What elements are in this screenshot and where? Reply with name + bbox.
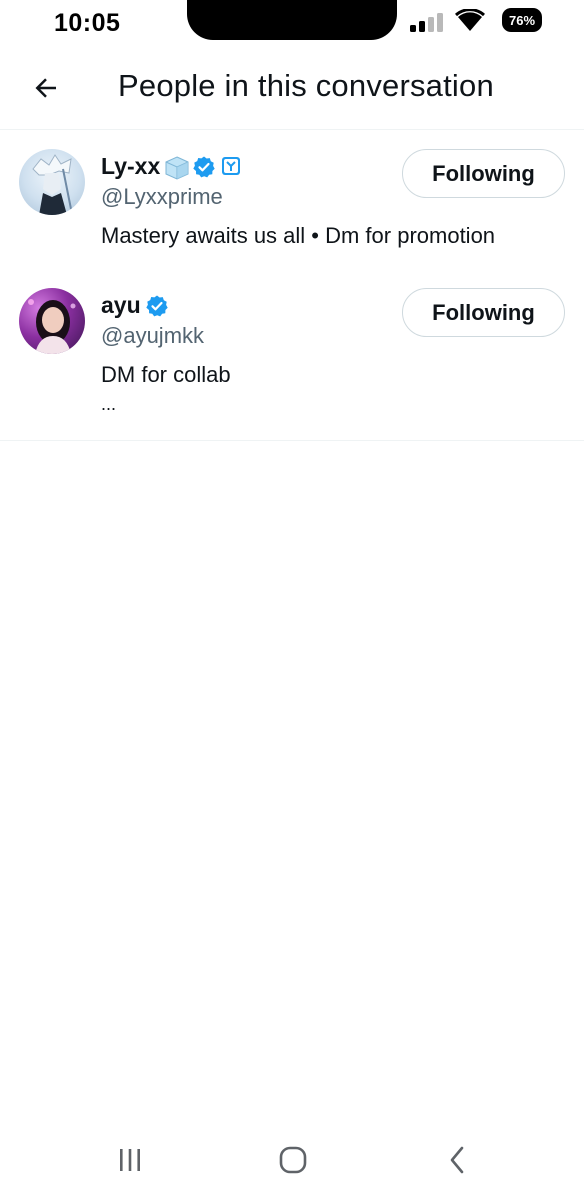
status-bar: 10:05 76% xyxy=(0,0,584,48)
user-bio: DM for collab xyxy=(101,362,231,387)
verified-badge-icon xyxy=(145,294,169,318)
page-title: People in this conversation xyxy=(118,68,494,103)
user-handle: @ayujmkk xyxy=(101,323,205,348)
affiliate-badge-icon xyxy=(220,155,244,179)
user-bio: Mastery awaits us all • Dm for promotion xyxy=(101,223,496,248)
user-row-ayu[interactable]: ayu @ayujmkk DM for collab ... Following xyxy=(0,280,584,440)
home-icon xyxy=(279,1146,307,1174)
arrow-left-icon xyxy=(35,78,56,98)
display-name: Ly-xx xyxy=(101,153,161,179)
page-header: People in this conversation xyxy=(0,50,584,130)
display-name: ayu xyxy=(101,292,141,318)
recent-apps-button[interactable] xyxy=(110,1138,150,1182)
wifi-icon xyxy=(454,8,486,33)
camera-notch xyxy=(187,0,397,40)
signal-icon xyxy=(410,12,446,32)
avatar[interactable] xyxy=(19,149,85,215)
bio-more: ... xyxy=(101,394,117,414)
name-line: Ly-xx xyxy=(101,153,244,180)
battery-icon: 76% xyxy=(502,8,544,32)
name-line: ayu xyxy=(101,292,169,319)
following-button[interactable]: Following xyxy=(402,149,565,198)
battery-percent: 76% xyxy=(508,12,536,28)
avatar-photo xyxy=(28,299,76,354)
back-button[interactable] xyxy=(24,66,68,110)
ice-cube-emoji-icon xyxy=(164,155,189,180)
list-divider xyxy=(0,440,584,441)
status-time: 10:05 xyxy=(54,9,121,37)
user-row-lyxx[interactable]: Ly-xx @Lyxxprime Mastery awaits us all • xyxy=(0,130,584,280)
avatar[interactable] xyxy=(19,288,85,354)
avatar-illustration xyxy=(32,154,72,215)
user-handle: @Lyxxprime xyxy=(101,184,223,209)
recent-apps-icon xyxy=(120,1149,140,1171)
system-nav-bar xyxy=(0,1120,584,1200)
following-button[interactable]: Following xyxy=(402,288,565,337)
verified-badge-icon xyxy=(192,155,216,179)
nav-back-button[interactable] xyxy=(437,1138,477,1182)
home-button[interactable] xyxy=(273,1138,313,1182)
back-icon xyxy=(450,1146,464,1174)
